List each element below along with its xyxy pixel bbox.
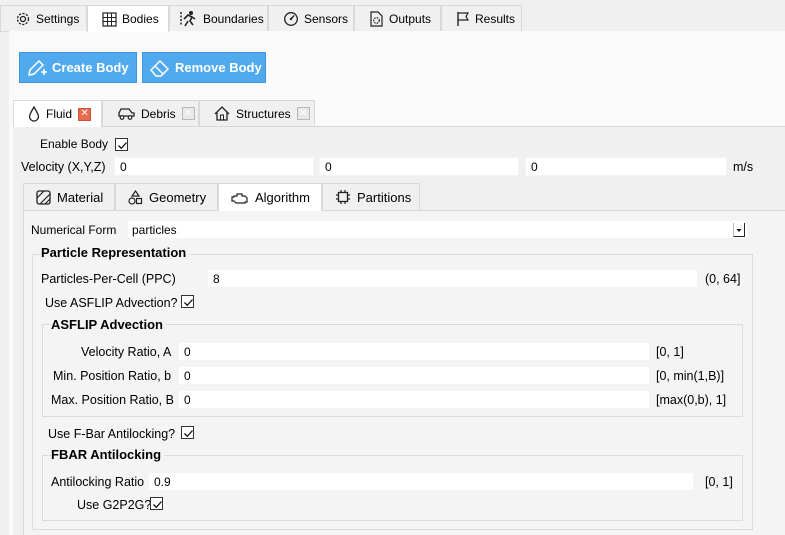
tab-sensors[interactable]: Sensors xyxy=(268,5,354,31)
tab-settings-label: Settings xyxy=(36,11,80,26)
remove-body-button[interactable]: Remove Body xyxy=(142,52,266,83)
velocity-z-value: 0 xyxy=(531,159,538,174)
tab-settings[interactable]: Settings xyxy=(0,5,87,31)
pencil-plus-icon xyxy=(26,58,48,78)
tab-structures-label: Structures xyxy=(236,106,291,121)
velocity-unit: m/s xyxy=(733,160,754,174)
engine-icon xyxy=(231,191,249,205)
shapes-icon xyxy=(128,189,143,205)
tab-algorithm-label: Algorithm xyxy=(255,190,310,205)
house-icon xyxy=(214,106,230,121)
main-tab-bar: Settings Bodies Boundaries Sensors Outpu… xyxy=(0,5,785,32)
ppc-range: (0, 64] xyxy=(705,272,741,286)
checkmark-icon xyxy=(118,142,127,150)
max-position-ratio-label: Max. Position Ratio, B xyxy=(51,393,174,407)
velocity-y-input[interactable]: 0 xyxy=(319,157,519,176)
dropdown-arrow-icon[interactable] xyxy=(733,223,745,237)
tab-boundaries-label: Boundaries xyxy=(203,11,264,26)
antilocking-ratio-input[interactable]: 0.9 xyxy=(148,472,694,491)
fbar-checkbox-label: Use F-Bar Antilocking? xyxy=(48,427,176,441)
min-position-ratio-range: [0, min(1,B)] xyxy=(656,369,725,383)
create-body-button[interactable]: Create Body xyxy=(19,52,137,83)
velocity-ratio-range: [0, 1] xyxy=(656,345,684,359)
velocity-y-value: 0 xyxy=(325,159,332,174)
numerical-form-value: particles xyxy=(132,222,177,237)
min-position-ratio-value: 0 xyxy=(184,368,191,383)
eraser-icon xyxy=(149,58,171,78)
antilocking-ratio-range: [0, 1] xyxy=(705,475,733,489)
gear-icon xyxy=(15,11,31,27)
tab-geometry[interactable]: Geometry xyxy=(115,183,218,210)
tab-bodies-label: Bodies xyxy=(122,12,159,26)
tab-results[interactable]: Results xyxy=(441,5,522,31)
checkmark-icon xyxy=(184,299,193,307)
antilocking-ratio-label: Antilocking Ratio xyxy=(51,475,145,489)
enable-body-label: Enable Body xyxy=(40,137,109,151)
max-position-ratio-value: 0 xyxy=(184,392,191,407)
asflip-checkbox[interactable] xyxy=(181,295,194,308)
enable-body-checkbox[interactable] xyxy=(115,138,128,151)
velocity-ratio-value: 0 xyxy=(184,344,191,359)
checkmark-icon xyxy=(153,501,162,509)
material-icon xyxy=(36,189,51,205)
file-gear-icon xyxy=(369,10,384,27)
velocity-ratio-label: Velocity Ratio, A xyxy=(81,345,172,359)
g2p2g-checkbox[interactable] xyxy=(150,497,163,510)
numerical-form-label: Numerical Form xyxy=(31,223,117,237)
tab-debris-label: Debris xyxy=(141,106,176,121)
ppc-value: 8 xyxy=(213,271,220,286)
antilocking-ratio-value: 0.9 xyxy=(154,474,171,489)
velocity-x-input[interactable]: 0 xyxy=(114,157,314,176)
gauge-icon xyxy=(283,11,299,27)
max-position-ratio-range: [max(0,b), 1] xyxy=(656,393,727,407)
close-icon[interactable]: ✕ xyxy=(296,107,310,120)
tab-fluid[interactable]: Fluid ✕ xyxy=(13,100,102,127)
close-icon[interactable]: ✕ xyxy=(181,107,195,120)
tab-results-label: Results xyxy=(475,11,516,26)
tab-partitions[interactable]: Partitions xyxy=(322,183,420,210)
tab-material-label: Material xyxy=(57,189,104,205)
velocity-ratio-input[interactable]: 0 xyxy=(178,342,650,361)
fbar-checkbox[interactable] xyxy=(181,426,194,439)
ppc-label: Particles-Per-Cell (PPC) xyxy=(41,272,176,286)
car-icon xyxy=(117,107,135,121)
tab-bodies[interactable]: Bodies xyxy=(87,5,169,32)
g2p2g-checkbox-label: Use G2P2G? xyxy=(77,498,152,512)
create-body-label: Create Body xyxy=(52,60,129,75)
velocity-label: Velocity (X,Y,Z) xyxy=(21,160,106,174)
checkmark-icon xyxy=(184,430,193,438)
runner-icon xyxy=(180,10,198,28)
tab-fluid-label: Fluid xyxy=(46,107,73,121)
tab-sensors-label: Sensors xyxy=(304,11,349,26)
min-position-ratio-label: Min. Position Ratio, b xyxy=(53,369,172,383)
tab-boundaries[interactable]: Boundaries xyxy=(169,5,268,31)
min-position-ratio-input[interactable]: 0 xyxy=(178,366,650,385)
asflip-advection-title: ASFLIP Advection xyxy=(51,317,166,332)
tab-material[interactable]: Material xyxy=(23,183,115,210)
close-icon[interactable]: ✕ xyxy=(78,107,92,121)
max-position-ratio-input[interactable]: 0 xyxy=(178,390,650,409)
fbar-antilocking-title: FBAR Antilocking xyxy=(51,447,165,462)
tab-outputs-label: Outputs xyxy=(389,11,432,26)
flag-icon xyxy=(456,11,470,27)
grid-icon xyxy=(102,11,117,27)
tab-geometry-label: Geometry xyxy=(149,189,207,205)
asflip-checkbox-label: Use ASFLIP Advection? xyxy=(45,296,178,310)
particle-representation-title: Particle Representation xyxy=(41,245,190,260)
tab-algorithm[interactable]: Algorithm xyxy=(218,183,322,211)
ppc-input[interactable]: 8 xyxy=(207,269,698,288)
chip-icon xyxy=(335,189,351,205)
tab-debris[interactable]: Debris ✕ xyxy=(102,100,199,126)
tab-structures[interactable]: Structures ✕ xyxy=(199,100,315,126)
numerical-form-select[interactable]: particles xyxy=(127,220,748,239)
drop-icon xyxy=(28,106,40,122)
velocity-z-input[interactable]: 0 xyxy=(525,157,727,176)
tab-outputs[interactable]: Outputs xyxy=(354,5,441,31)
velocity-x-value: 0 xyxy=(120,159,127,174)
remove-body-label: Remove Body xyxy=(175,60,262,75)
tab-partitions-label: Partitions xyxy=(357,189,412,205)
